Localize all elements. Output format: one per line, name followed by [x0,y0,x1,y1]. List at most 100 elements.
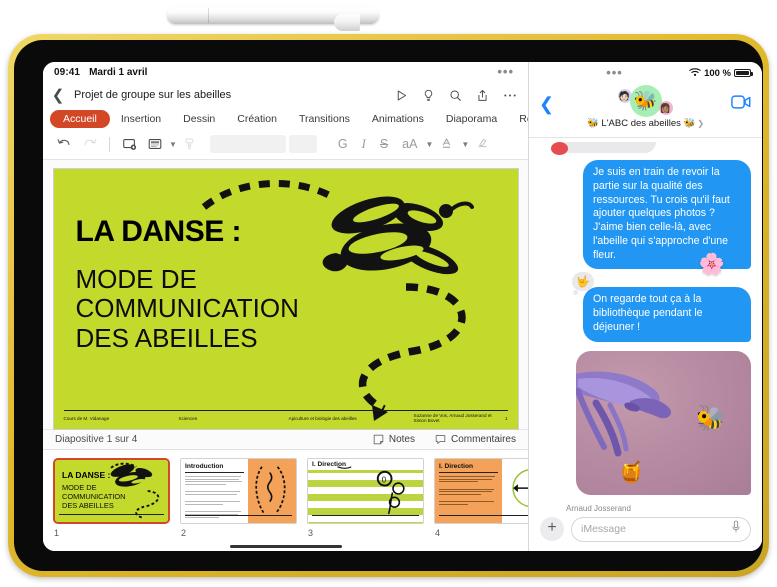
add-attachment-button[interactable]: + [540,517,564,541]
bee-photo-subject: 🐝 [692,402,728,436]
present-icon[interactable] [395,89,408,102]
comments-button[interactable]: Commentaires [435,434,516,445]
tab-dessin[interactable]: Dessin [172,110,226,128]
footer-subject: Sciences [178,415,198,421]
ideas-lightbulb-icon[interactable] [422,89,435,102]
chevron-right-icon: ❯ [697,119,705,128]
flower-sticker[interactable]: 🌸 [699,251,725,278]
footer-topic: Apiculture et biologie des abeilles [288,415,357,421]
document-title[interactable]: Projet de groupe sur les abeilles [74,89,231,101]
message-sender-name: Arnaud Josserand [566,503,631,511]
mic-icon[interactable] [731,520,741,538]
thumbnail-2-preview[interactable]: Introduction [180,458,297,525]
home-indicator[interactable] [229,544,342,548]
tapback-reaction[interactable]: 🤟 [572,272,594,296]
font-size-field[interactable] [288,135,317,154]
thumbnail-1-preview[interactable]: LA DANSE : MODE DE COMMUNICATION DES ABEIL… [53,458,170,525]
tab-revision[interactable]: Révision [508,110,528,128]
status-date: Mardi 1 avril [89,66,148,78]
search-icon[interactable] [449,89,462,102]
thumbnail-4-compass [511,469,528,508]
message-row-3: 🐝 🍯 [540,350,751,495]
comments-label: Commentaires [450,433,516,445]
avatar-member-2: 👩🏽 [658,101,673,115]
wifi-icon [689,67,701,80]
slide-thumbnail-strip[interactable]: LA DANSE : MODE DE COMMUNICATION DES ABEIL… [43,449,528,551]
footer-course: Cours de M. Vidanage [63,415,110,421]
thumbnail-1-subtitle: MODE DE COMMUNICATION DES ABEILLES [62,483,126,510]
current-slide[interactable]: LA DANSE : MODE DE COMMUNICATION DES ABE… [53,168,518,429]
thumbnail-4-preview[interactable]: I. Direction [434,458,528,525]
thumbnail-1-number: 1 [54,528,60,539]
thumbnail-3-number: 3 [308,528,314,539]
thumbnail-3-preview[interactable]: I. Direction 0 [307,458,424,525]
notes-label: Notes [388,433,415,445]
slide-subtitle[interactable]: MODE DE COMMUNICATION DES ABEILLES [75,263,299,354]
group-avatar-cluster[interactable]: 🧑🏻 🐝 👩🏽 [614,85,678,119]
redo-icon[interactable] [77,131,103,157]
outgoing-bubble-2[interactable]: 🤟 On regarde tout ça à la bibliothèque p… [572,272,755,342]
thumbnail-2-title: Introduction [185,463,224,471]
thumbnail-3[interactable]: I. Direction 0 3 [307,458,424,538]
honey-pot-sticker[interactable]: 🍯 [618,461,644,485]
thumbnail-1-title: LA DANSE : [62,470,111,481]
ios-status-bar-right: ••• 100 % [529,62,762,82]
conversation-title-text: 🐝 L'ABC des abeilles 🐝 [586,118,696,129]
imessage-input[interactable]: iMessage [571,516,751,542]
battery-percent: 100 % [704,67,731,79]
tab-animations[interactable]: Animations [361,110,435,128]
outgoing-bubble-1[interactable]: Je suis en train de revoir la partie sur… [583,160,755,276]
font-case-button[interactable]: aA [395,137,424,151]
slide-footer: Cours de M. Vidanage Sciences Apiculture… [63,409,508,424]
share-icon[interactable] [476,89,489,102]
tab-transitions[interactable]: Transitions [288,110,361,128]
chevron-down-icon-layout[interactable]: ▼ [169,140,177,149]
chevron-down-icon-case[interactable]: ▼ [425,140,433,149]
avatar-group-main: 🐝 [629,85,662,117]
italic-button[interactable]: I [355,137,373,152]
tab-diaporama[interactable]: Diaporama [435,110,508,128]
back-icon[interactable]: ❮ [50,86,66,104]
strikethrough-button[interactable]: S [373,137,395,151]
multitask-grabber-right[interactable]: ••• [606,66,623,79]
facetime-icon[interactable] [731,95,751,114]
thumbnail-2[interactable]: Introduction 2 [180,458,297,538]
message-list[interactable]: Je suis en train de revoir la partie sur… [529,138,762,511]
photo-attachment[interactable]: 🐝 🍯 [576,350,751,495]
message-input-bar: + iMessage [529,511,762,551]
message-row-4: Arnaud Josserand 👩🏻 Hmm, un régal de nec… [540,504,751,511]
slide-title[interactable]: LA DANSE : [76,215,242,249]
conversation-title[interactable]: 🐝 L'ABC des abeilles 🐝 ❯ [529,118,762,129]
font-color-button[interactable] [433,136,460,153]
tab-accueil[interactable]: Accueil [50,110,110,129]
tab-insertion[interactable]: Insertion [110,110,172,128]
notes-button[interactable]: Notes [373,434,415,445]
toolbar-divider [109,136,110,152]
highlight-icon[interactable] [469,136,496,153]
apple-pencil-tip [334,14,360,31]
ipad-device-frame: 09:41 Mardi 1 avril ••• ❮ Projet de grou… [8,34,769,577]
thumbnail-4[interactable]: I. Direction 4 [434,458,528,538]
bold-button[interactable]: G [331,137,355,151]
ipad-screen: 09:41 Mardi 1 avril ••• ❮ Projet de grou… [43,62,762,551]
slide-subtitle-line-1: MODE DE [75,263,197,294]
slide-subtitle-line-3: DES ABEILLES [75,322,258,353]
slide-layout-icon[interactable] [142,131,168,157]
footer-slide-number: 1 [504,415,508,421]
multitask-grabber-left[interactable]: ••• [497,65,514,78]
new-slide-icon[interactable] [116,131,142,157]
tab-creation[interactable]: Création [226,110,288,128]
ribbon-tab-bar: Accueil Insertion Dessin Création Transi… [43,107,528,131]
more-options-icon[interactable] [503,89,517,102]
back-chevron-icon[interactable]: ❮ [539,94,554,115]
chevron-down-icon-color[interactable]: ▼ [461,140,469,149]
svg-text:0: 0 [382,476,387,485]
battery-icon [734,68,753,78]
undo-icon[interactable] [51,131,77,157]
font-name-field[interactable] [209,135,286,154]
thumbnail-2-number: 2 [181,528,187,539]
ios-status-bar-left: 09:41 Mardi 1 avril ••• [43,62,528,83]
format-painter-icon[interactable] [177,131,203,157]
ipad-bezel: 09:41 Mardi 1 avril ••• ❮ Projet de grou… [14,40,763,571]
thumbnail-1[interactable]: LA DANSE : MODE DE COMMUNICATION DES ABEIL… [53,458,170,538]
